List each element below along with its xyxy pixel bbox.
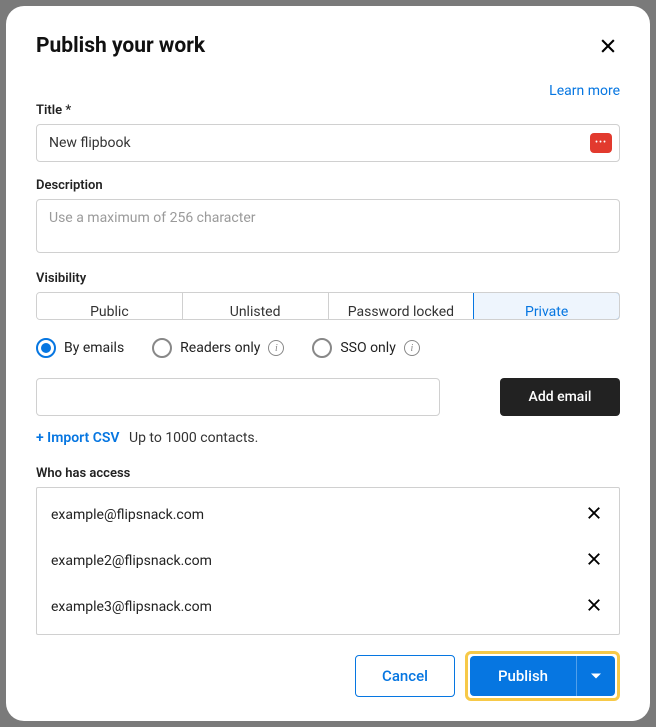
title-input-wrap: ••• xyxy=(36,124,620,162)
close-icon xyxy=(585,596,603,614)
description-input[interactable] xyxy=(36,199,620,253)
info-icon[interactable]: i xyxy=(404,340,420,356)
remove-access-button[interactable] xyxy=(583,502,605,528)
radio-label: SSO only xyxy=(340,340,395,356)
tab-password-locked[interactable]: Password locked xyxy=(329,293,475,319)
access-list: example@flipsnack.com example2@flipsnack… xyxy=(36,487,620,635)
close-icon xyxy=(585,504,603,522)
title-label: Title * xyxy=(36,103,620,118)
password-badge-icon[interactable]: ••• xyxy=(590,133,612,153)
access-item: example3@flipsnack.com xyxy=(47,584,609,630)
access-item: example2@flipsnack.com xyxy=(47,538,609,584)
close-icon xyxy=(598,36,618,56)
info-icon[interactable]: i xyxy=(268,340,284,356)
publish-dropdown-button[interactable] xyxy=(576,656,615,696)
radio-sso-only[interactable]: SSO only i xyxy=(312,338,419,358)
tab-unlisted[interactable]: Unlisted xyxy=(183,293,329,319)
access-email: example3@flipsnack.com xyxy=(51,599,212,615)
description-label: Description xyxy=(36,178,620,193)
email-input[interactable] xyxy=(36,378,440,416)
import-note: Up to 1000 contacts. xyxy=(129,430,258,446)
cancel-button[interactable]: Cancel xyxy=(355,655,455,697)
modal-title: Publish your work xyxy=(36,34,205,58)
import-csv-link[interactable]: + Import CSV xyxy=(36,430,120,446)
title-input[interactable] xyxy=(36,124,620,162)
radio-icon xyxy=(36,338,56,358)
add-email-button[interactable]: Add email xyxy=(500,378,620,416)
access-email: example2@flipsnack.com xyxy=(51,553,212,569)
publish-modal: Publish your work Learn more Title * •••… xyxy=(6,6,650,721)
access-item: example@flipsnack.com xyxy=(47,492,609,538)
radio-icon xyxy=(312,338,332,358)
radio-by-emails[interactable]: By emails xyxy=(36,338,124,358)
close-button[interactable] xyxy=(596,34,620,62)
modal-header: Publish your work xyxy=(36,34,620,62)
radio-label: By emails xyxy=(64,340,124,356)
modal-footer: Cancel Publish xyxy=(36,651,620,701)
access-label: Who has access xyxy=(36,466,620,481)
tab-public[interactable]: Public xyxy=(37,293,183,319)
remove-access-button[interactable] xyxy=(583,594,605,620)
publish-highlight: Publish xyxy=(465,651,620,701)
private-mode-radios: By emails Readers only i SSO only i xyxy=(36,338,620,358)
visibility-label: Visibility xyxy=(36,271,620,286)
learn-more-row: Learn more xyxy=(36,80,620,99)
radio-label: Readers only xyxy=(180,340,260,356)
caret-down-icon xyxy=(591,671,601,681)
learn-more-link[interactable]: Learn more xyxy=(549,83,620,99)
remove-access-button[interactable] xyxy=(583,548,605,574)
visibility-tabs: Public Unlisted Password locked Private xyxy=(36,292,620,320)
tab-private[interactable]: Private xyxy=(473,292,620,320)
email-add-row: Add email xyxy=(36,378,620,416)
access-email: example@flipsnack.com xyxy=(51,507,204,523)
radio-icon xyxy=(152,338,172,358)
close-icon xyxy=(585,550,603,568)
import-row: + Import CSV Up to 1000 contacts. xyxy=(36,430,620,446)
radio-readers-only[interactable]: Readers only i xyxy=(152,338,284,358)
publish-button[interactable]: Publish xyxy=(470,656,576,696)
